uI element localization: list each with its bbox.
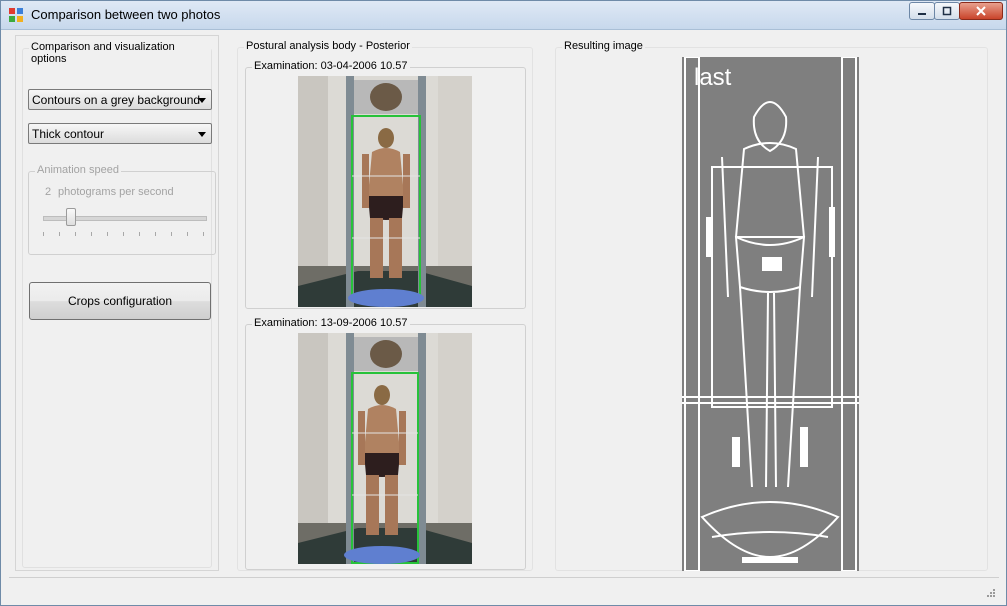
background-combo-value: Contours on a grey background xyxy=(32,93,201,107)
slider-tick xyxy=(59,232,60,236)
exam2-photo xyxy=(298,333,472,564)
result-group-title: Resulting image xyxy=(562,40,645,52)
app-icon xyxy=(9,8,23,22)
resize-grip-icon[interactable] xyxy=(985,587,995,597)
posterior-body-photo-1 xyxy=(298,76,472,307)
app-window: Comparison between two photos Comparison… xyxy=(0,0,1007,606)
options-panel: Comparison and visualization options Con… xyxy=(15,35,219,571)
crops-configuration-label: Crops configuration xyxy=(67,294,173,308)
maximize-button[interactable] xyxy=(934,2,960,20)
slider-tick xyxy=(139,232,140,236)
slider-tick xyxy=(171,232,172,236)
client-area: Comparison and visualization options Con… xyxy=(9,31,999,574)
background-combo[interactable]: Contours on a grey background xyxy=(28,89,212,110)
window-title: Comparison between two photos xyxy=(31,7,221,22)
minimize-button[interactable] xyxy=(909,2,935,20)
animation-speed-group: Animation speed 2 photograms per second xyxy=(28,164,216,255)
title-bar[interactable]: Comparison between two photos xyxy=(1,1,1006,30)
slider-tick xyxy=(187,232,188,236)
minimize-icon xyxy=(918,13,926,15)
options-group-title: Comparison and visualization options xyxy=(29,41,211,65)
speed-value: 2 xyxy=(45,186,52,198)
exam2-label: Examination: 13-09-2006 10.57 xyxy=(252,317,410,329)
postural-panel: Postural analysis body - Posterior Exami… xyxy=(231,35,537,571)
slider-tick xyxy=(155,232,156,236)
dropdown-arrow-icon xyxy=(198,98,206,103)
slider-tick xyxy=(203,232,204,236)
speed-unit: photograms per second xyxy=(58,186,174,198)
postural-group-title: Postural analysis body - Posterior xyxy=(244,40,412,52)
resulting-image: last xyxy=(682,57,859,571)
slider-ticks xyxy=(43,232,205,237)
dropdown-arrow-icon xyxy=(198,132,206,137)
animation-speed-title: Animation speed xyxy=(35,164,121,176)
exam1-photo xyxy=(298,76,472,307)
status-bar xyxy=(9,577,999,600)
crops-configuration-button[interactable]: Crops configuration xyxy=(29,282,211,320)
slider-tick xyxy=(75,232,76,236)
slider-tick xyxy=(123,232,124,236)
speed-slider-thumb[interactable] xyxy=(65,208,76,226)
slider-tick xyxy=(107,232,108,236)
contour-comparison-image: last xyxy=(682,57,859,571)
contour-combo[interactable]: Thick contour xyxy=(28,123,212,144)
result-panel: Resulting image last xyxy=(549,35,999,571)
close-button[interactable] xyxy=(959,2,1003,20)
maximize-icon xyxy=(942,6,952,16)
posterior-body-photo-2 xyxy=(298,333,472,564)
slider-tick xyxy=(91,232,92,236)
close-icon xyxy=(976,6,986,16)
contour-combo-value: Thick contour xyxy=(32,127,105,141)
slider-tick xyxy=(43,232,44,236)
overlay-text: last xyxy=(694,64,732,91)
exam1-label: Examination: 03-04-2006 10.57 xyxy=(252,60,410,72)
